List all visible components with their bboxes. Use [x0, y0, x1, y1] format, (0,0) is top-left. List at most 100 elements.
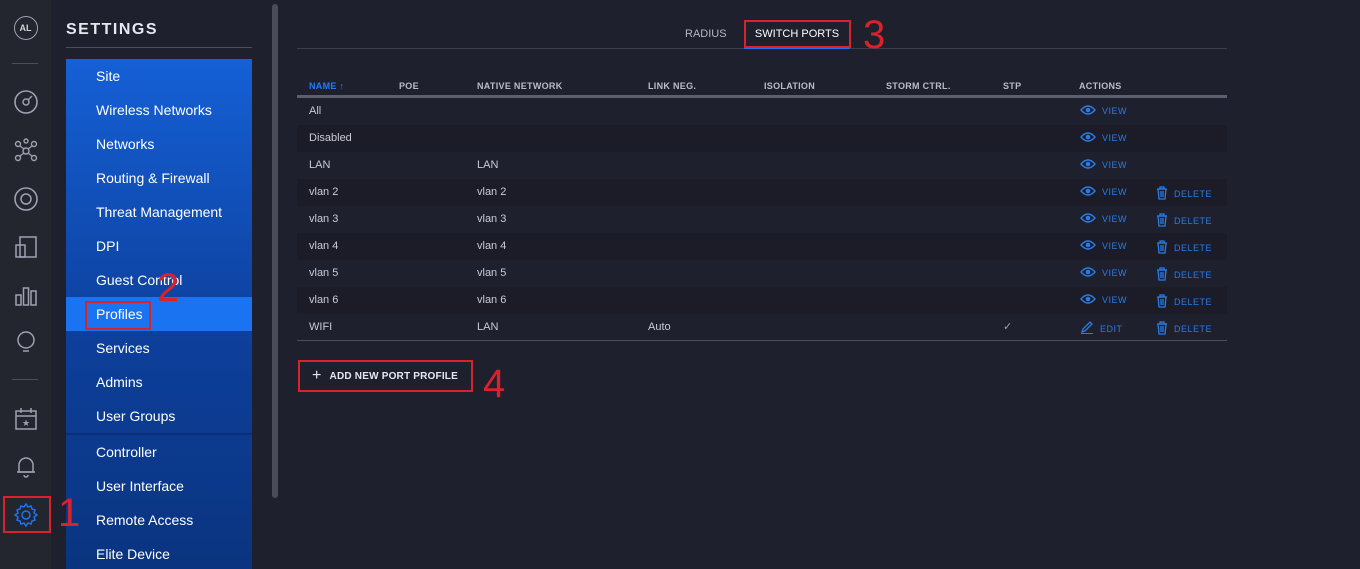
avatar-button[interactable]: AL [0, 8, 51, 48]
cell-name: vlan 6 [309, 294, 339, 306]
action-label: VIEW [1102, 187, 1128, 197]
menu-item-remote-access[interactable]: Remote Access [66, 503, 252, 537]
scrollbar[interactable] [272, 4, 278, 498]
eye-icon [1080, 132, 1096, 144]
menu-item-services[interactable]: Services [66, 331, 252, 365]
annotation-box-profiles [85, 301, 151, 330]
delete-button[interactable]: DELETE [1156, 321, 1212, 337]
cell-native-network: vlan 2 [477, 186, 507, 198]
statistics-icon[interactable] [0, 275, 51, 315]
dashboard-icon[interactable] [0, 82, 51, 122]
view-button[interactable]: VIEW [1080, 213, 1127, 225]
table-row[interactable]: vlan 5 vlan 5 VIEW DELETE [297, 260, 1227, 287]
delete-button[interactable]: DELETE [1156, 240, 1212, 256]
column-header-link-neg[interactable]: LINK NEG. [648, 81, 696, 91]
cell-native-network: vlan 6 [477, 294, 507, 306]
insights-icon[interactable] [0, 322, 51, 362]
view-button[interactable]: VIEW [1080, 132, 1127, 144]
annotation-number-2: 2 [157, 266, 180, 310]
column-header-stp[interactable]: STP [1003, 81, 1021, 91]
menu-item-threat-management[interactable]: Threat Management [66, 195, 252, 229]
table-row[interactable]: Disabled VIEW [297, 125, 1227, 152]
table-header: NAME ↑ POE NATIVE NETWORK LINK NEG. ISOL… [297, 78, 1227, 98]
eye-icon [1080, 213, 1096, 225]
cell-native-network: LAN [477, 321, 499, 333]
action-label: VIEW [1102, 133, 1128, 143]
action-label: VIEW [1102, 268, 1128, 278]
column-header-poe[interactable]: POE [399, 81, 419, 91]
clients-icon[interactable] [0, 227, 51, 267]
action-label: VIEW [1102, 106, 1128, 116]
annotation-number-1: 1 [58, 491, 81, 535]
table-body: All VIEW Disabled VIEW LAN LAN VIEW vlan 2 vlan … [297, 98, 1227, 341]
table-row[interactable]: LAN LAN VIEW [297, 152, 1227, 179]
column-header-storm-ctrl[interactable]: STORM CTRL. [886, 81, 951, 91]
cell-native-network: vlan 5 [477, 267, 507, 279]
divider [66, 47, 252, 48]
trash-icon [1156, 267, 1168, 283]
delete-button[interactable]: DELETE [1156, 186, 1212, 202]
table-row[interactable]: vlan 3 vlan 3 VIEW DELETE [297, 206, 1227, 233]
eye-icon [1080, 105, 1096, 117]
column-header-isolation[interactable]: ISOLATION [764, 81, 815, 91]
trash-icon [1156, 213, 1168, 229]
annotation-number-4: 4 [483, 362, 506, 406]
menu-item-networks[interactable]: Networks [66, 127, 252, 161]
view-button[interactable]: VIEW [1080, 294, 1127, 306]
cell-name: LAN [309, 159, 331, 171]
menu-item-routing-firewall[interactable]: Routing & Firewall [66, 161, 252, 195]
table-row[interactable]: WIFI LAN Auto ✓ EDIT DELETE [297, 314, 1227, 341]
delete-label: DELETE [1174, 189, 1213, 199]
cell-name: vlan 4 [309, 240, 339, 252]
action-label: VIEW [1102, 241, 1128, 251]
annotation-box-switch-ports [744, 20, 851, 48]
delete-button[interactable]: DELETE [1156, 213, 1212, 229]
sort-ascending-icon: ↑ [339, 81, 345, 91]
edit-button[interactable]: EDIT [1080, 321, 1123, 336]
menu-item-user-groups[interactable]: User Groups [66, 399, 252, 433]
table-row[interactable]: vlan 6 vlan 6 VIEW DELETE [297, 287, 1227, 314]
svg-text:★: ★ [21, 419, 29, 429]
cell-name: WIFI [309, 321, 333, 333]
trash-icon [1156, 294, 1168, 310]
cell-native-network: vlan 3 [477, 213, 507, 225]
view-button[interactable]: VIEW [1080, 105, 1127, 117]
column-header-actions: ACTIONS [1079, 81, 1122, 91]
tab-radius[interactable]: RADIUS [685, 19, 727, 49]
eye-icon [1080, 159, 1096, 171]
devices-icon[interactable] [0, 179, 51, 219]
delete-label: DELETE [1174, 243, 1213, 253]
annotation-box-add-profile [298, 360, 473, 392]
menu-item-wireless-networks[interactable]: Wireless Networks [66, 93, 252, 127]
port-profiles-table: NAME ↑ POE NATIVE NETWORK LINK NEG. ISOL… [297, 78, 1227, 341]
table-row[interactable]: vlan 4 vlan 4 VIEW DELETE [297, 233, 1227, 260]
menu-item-dpi[interactable]: DPI [66, 229, 252, 263]
events-icon[interactable]: ★ [0, 399, 51, 439]
trash-icon [1156, 321, 1168, 337]
column-header-name[interactable]: NAME ↑ [309, 81, 344, 91]
menu-item-elite-device[interactable]: Elite Device [66, 537, 252, 569]
delete-button[interactable]: DELETE [1156, 267, 1212, 283]
menu-item-admins[interactable]: Admins [66, 365, 252, 399]
table-row[interactable]: All VIEW [297, 98, 1227, 125]
menu-item-controller[interactable]: Controller [66, 435, 252, 469]
table-row[interactable]: vlan 2 vlan 2 VIEW DELETE [297, 179, 1227, 206]
menu-item-site[interactable]: Site [66, 59, 252, 93]
rail-divider [12, 63, 38, 64]
column-header-native-network[interactable]: NATIVE NETWORK [477, 81, 563, 91]
menu-item-user-interface[interactable]: User Interface [66, 469, 252, 503]
eye-icon [1080, 186, 1096, 198]
eye-icon [1080, 240, 1096, 252]
view-button[interactable]: VIEW [1080, 267, 1127, 279]
delete-button[interactable]: DELETE [1156, 294, 1212, 310]
annotation-number-3: 3 [863, 13, 886, 57]
trash-icon [1156, 240, 1168, 256]
delete-label: DELETE [1174, 270, 1213, 280]
alerts-icon[interactable] [0, 446, 51, 486]
view-button[interactable]: VIEW [1080, 240, 1127, 252]
topology-icon[interactable] [0, 131, 51, 171]
action-label: EDIT [1100, 323, 1123, 334]
view-button[interactable]: VIEW [1080, 186, 1127, 198]
delete-label: DELETE [1174, 297, 1213, 307]
view-button[interactable]: VIEW [1080, 159, 1127, 171]
